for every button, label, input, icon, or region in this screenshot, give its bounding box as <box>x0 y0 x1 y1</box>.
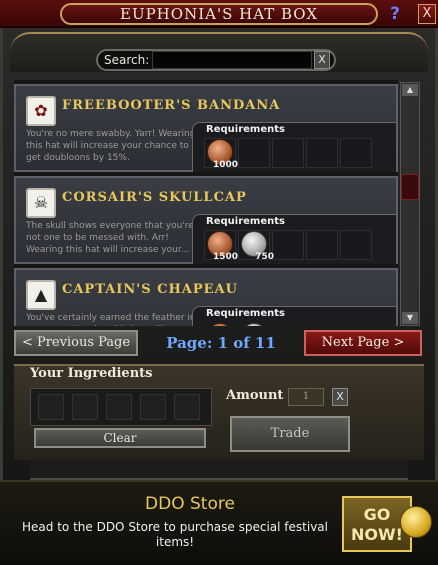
store-description: Head to the DDO Store to purchase specia… <box>22 520 328 549</box>
bandana-icon: ✿ <box>26 96 56 126</box>
ingredient-slot[interactable] <box>140 394 166 420</box>
cost-amount: 1000 <box>212 160 238 170</box>
clear-button[interactable]: Clear <box>34 428 206 448</box>
scrollbar[interactable] <box>400 82 420 326</box>
requirement-slot <box>272 230 304 260</box>
amount-field[interactable]: 1 <box>288 388 324 406</box>
scroll-thumb[interactable] <box>401 174 419 200</box>
previous-page-button[interactable]: < Previous Page <box>14 330 138 356</box>
next-page-button[interactable]: Next Page > <box>304 330 422 356</box>
trade-button[interactable]: Trade <box>230 416 350 452</box>
item-description: You're no mere swabby. Yarr! Wearing thi… <box>26 129 196 163</box>
ingredient-slot[interactable] <box>106 394 132 420</box>
requirements-label: Requirements <box>206 216 285 227</box>
window-title: EUPHONIA'S HAT BOX <box>60 3 378 25</box>
ingredient-slot[interactable] <box>174 394 200 420</box>
item-title: CORSAIR'S SKULLCAP <box>62 190 247 205</box>
skullcap-icon: ☠ <box>26 188 56 218</box>
ingredient-slot[interactable] <box>72 394 98 420</box>
search-input[interactable] <box>152 51 312 69</box>
cost-amount: 1500 <box>212 252 238 262</box>
requirement-slot <box>306 230 338 260</box>
list-item[interactable]: ☠ CORSAIR'S SKULLCAP The skull shows eve… <box>14 176 398 264</box>
amount-label: Amount <box>226 388 284 403</box>
requirement-slot <box>340 138 372 168</box>
requirement-slot <box>238 138 270 168</box>
list-item[interactable]: ▲ CAPTAIN'S CHAPEAU You've certainly ear… <box>14 268 398 326</box>
item-title: CAPTAIN'S CHAPEAU <box>62 282 238 297</box>
page-indicator: Page: 1 of 11 <box>166 334 276 352</box>
item-description: You've certainly earned the feather in y… <box>26 313 196 326</box>
requirement-slot <box>306 138 338 168</box>
requirements-label: Requirements <box>206 308 285 319</box>
cost-amount: 750 <box>255 252 274 262</box>
amount-clear-button[interactable]: X <box>332 388 348 406</box>
search-clear-button[interactable]: X <box>314 51 330 69</box>
coin-icon <box>400 506 432 538</box>
ingredient-slot[interactable] <box>38 394 64 420</box>
bottom-ornament <box>30 460 408 480</box>
scroll-up-arrow-icon[interactable]: ▲ <box>402 84 418 96</box>
list-item[interactable]: ✿ FREEBOOTER'S BANDANA You're no mere sw… <box>14 84 398 172</box>
chapeau-icon: ▲ <box>26 280 56 310</box>
requirement-slot <box>272 138 304 168</box>
item-title: FREEBOOTER'S BANDANA <box>62 98 281 113</box>
scroll-down-arrow-icon[interactable]: ▼ <box>402 312 418 324</box>
store-title: DDO Store <box>145 494 235 514</box>
requirements-label: Requirements <box>206 124 285 135</box>
item-description: The skull shows everyone that you're not… <box>26 221 194 255</box>
hat-list: ✿ FREEBOOTER'S BANDANA You're no mere sw… <box>14 80 398 326</box>
requirement-slot <box>340 230 372 260</box>
help-button[interactable]: ? <box>386 4 404 24</box>
ingredients-label: Your Ingredients <box>30 366 153 381</box>
search-label: Search: <box>104 53 150 67</box>
close-button[interactable]: X <box>418 4 436 24</box>
